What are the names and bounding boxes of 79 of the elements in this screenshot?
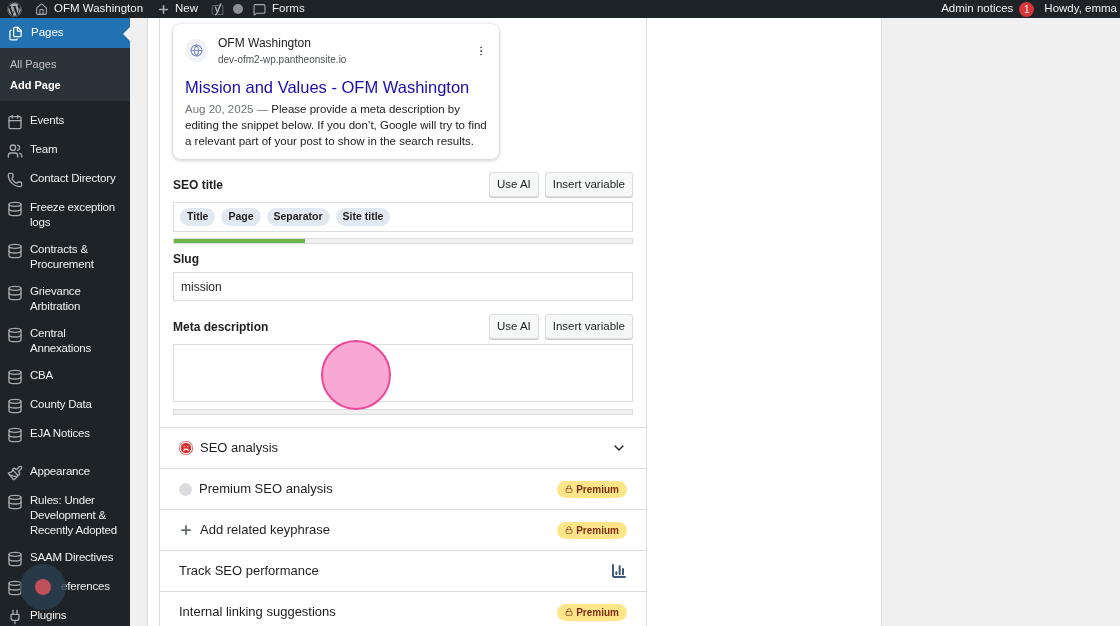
slug-field[interactable]: mission bbox=[173, 272, 633, 301]
yoast-logo-icon[interactable] bbox=[211, 2, 225, 16]
database-icon bbox=[7, 427, 23, 443]
database-icon bbox=[7, 285, 23, 301]
sad-face-icon bbox=[179, 441, 193, 455]
database-icon bbox=[7, 580, 23, 596]
collapsible-section[interactable]: Track SEO performance bbox=[160, 550, 646, 591]
sidebar-item[interactable]: Freeze exception logs bbox=[0, 194, 130, 236]
submenu-item[interactable]: Add Page bbox=[0, 75, 130, 96]
preview-site-name: OFM Washington bbox=[218, 35, 312, 52]
variable-token[interactable]: Separator bbox=[266, 208, 330, 226]
phone-icon bbox=[7, 172, 23, 188]
submenu-item[interactable]: All Pages bbox=[0, 54, 130, 75]
action-button[interactable]: Use AI bbox=[488, 172, 539, 197]
sidebar-item[interactable]: eferences bbox=[0, 573, 130, 602]
database-icon bbox=[7, 201, 23, 217]
sidebar-item[interactable]: Events bbox=[0, 107, 130, 136]
sidebar-item[interactable]: Contact Directory bbox=[0, 165, 130, 194]
premium-badge: Premium bbox=[557, 480, 627, 498]
calendar-icon bbox=[7, 114, 23, 130]
admin-notices-link[interactable]: Admin notices 1 bbox=[941, 0, 1035, 18]
action-button[interactable]: Insert variable bbox=[544, 172, 633, 197]
collapsible-section[interactable]: Internal linking suggestions Premium bbox=[160, 591, 646, 626]
action-button[interactable]: Insert variable bbox=[544, 314, 633, 339]
variable-token[interactable]: Page bbox=[221, 208, 261, 226]
paintbrush-icon bbox=[7, 465, 23, 481]
plus-icon bbox=[179, 523, 193, 537]
variable-token[interactable]: Site title bbox=[335, 208, 391, 226]
variable-token[interactable]: Title bbox=[180, 208, 216, 226]
sidebar-item[interactable]: CBA bbox=[0, 362, 130, 391]
sidebar-item[interactable]: Plugins bbox=[0, 602, 130, 626]
speech-bubble-icon bbox=[253, 2, 267, 16]
collapsible-section[interactable]: Premium SEO analysis Premium bbox=[160, 468, 646, 509]
new-link[interactable]: New bbox=[157, 0, 199, 18]
preview-url: dev-ofm2-wp.pantheonsite.io bbox=[218, 53, 348, 67]
sidebar-item[interactable]: SAAM Directives bbox=[0, 544, 130, 573]
sidebar-item[interactable]: EJA Notices bbox=[0, 420, 130, 449]
people-icon bbox=[7, 143, 23, 159]
sidebar-item[interactable]: County Data bbox=[0, 391, 130, 420]
database-icon bbox=[7, 369, 23, 385]
sidebar-item[interactable]: Team bbox=[0, 136, 130, 165]
plug-icon bbox=[7, 609, 23, 625]
lock-icon bbox=[565, 608, 574, 616]
site-name-link[interactable]: OFM Washington bbox=[35, 0, 144, 18]
globe-icon bbox=[190, 44, 203, 57]
sidebar-item[interactable]: Appearance bbox=[0, 458, 130, 487]
premium-badge: Premium bbox=[557, 521, 627, 539]
preview-snippet: Aug 20, 2025 — Please provide a meta description by editing the snippet below. If you don’t, Google will try to find a relevant part of your post to show in the search results. bbox=[185, 102, 487, 149]
current-pointer-icon bbox=[123, 27, 130, 41]
database-icon bbox=[7, 327, 23, 343]
database-icon bbox=[7, 398, 23, 414]
preview-title: Mission and Values - OFM Washington bbox=[185, 77, 471, 98]
collapsible-section[interactable]: SEO analysis bbox=[160, 427, 646, 468]
sidebar-item[interactable]: Pages bbox=[0, 18, 130, 48]
field-label: Slug bbox=[173, 251, 200, 268]
collapsible-section[interactable]: Add related keyphrase Premium bbox=[160, 509, 646, 550]
database-icon bbox=[7, 494, 23, 510]
database-icon bbox=[7, 551, 23, 567]
bar-chart-icon bbox=[611, 563, 627, 579]
forms-link[interactable]: Forms bbox=[253, 0, 305, 18]
sidebar-item[interactable]: Grievance Arbitration bbox=[0, 278, 130, 320]
wordpress-logo-icon[interactable] bbox=[7, 1, 22, 17]
action-button[interactable]: Use AI bbox=[488, 314, 539, 339]
pages-icon bbox=[8, 25, 23, 41]
lock-icon bbox=[565, 526, 574, 534]
seo-title-field[interactable]: Title Page Separator Site title bbox=[173, 202, 633, 232]
premium-badge: Premium bbox=[557, 603, 627, 621]
plus-icon bbox=[157, 2, 171, 16]
notice-count-badge: 1 bbox=[1019, 1, 1035, 17]
field-label: SEO title bbox=[173, 176, 223, 194]
sidebar-item[interactable]: Central Annexations bbox=[0, 320, 130, 362]
sidebar-item[interactable]: Rules: Under Development & Recently Adopted bbox=[0, 487, 130, 544]
database-icon bbox=[7, 243, 23, 259]
meta-description-field[interactable] bbox=[173, 344, 633, 402]
user-greeting-link[interactable]: Howdy, emma bbox=[1044, 0, 1117, 18]
home-icon bbox=[35, 2, 48, 16]
field-label: Meta description bbox=[173, 318, 269, 336]
lock-icon bbox=[565, 485, 574, 493]
sidebar-item[interactable]: Contracts & Procurement bbox=[0, 236, 130, 278]
